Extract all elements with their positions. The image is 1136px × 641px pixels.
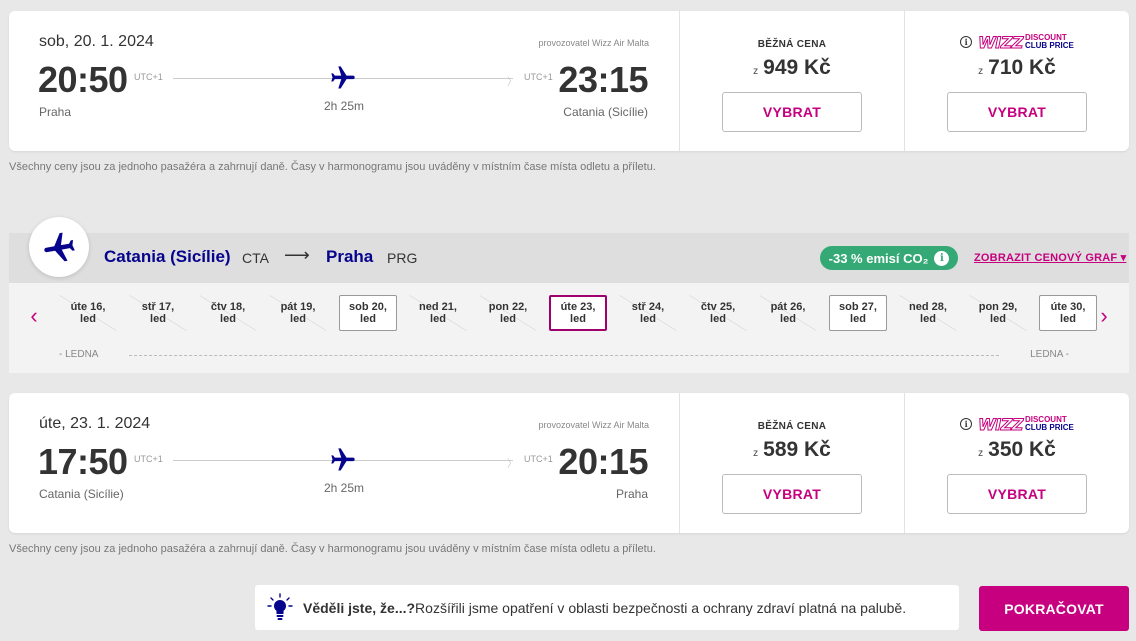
airplane-icon [44, 232, 75, 262]
info-icon[interactable]: i [960, 36, 973, 48]
month-label-right: LEDNA - [1030, 349, 1069, 360]
wizz-discount-club-logo: WIZZ DISCOUNT CLUB PRICE [978, 32, 1074, 52]
price-prefix: z [978, 448, 984, 459]
airplane-icon [331, 448, 355, 471]
month-indicator: - LEDNA LEDNA - [59, 349, 1069, 361]
arrival-timezone: UTC+1 [524, 72, 553, 82]
price-prefix: z [753, 448, 759, 459]
continue-button[interactable]: POKRAČOVAT [979, 586, 1129, 631]
departure-time: 20:50 [38, 59, 128, 100]
club-price-header: i WIZZ DISCOUNT CLUB PRICE [960, 414, 1074, 434]
date-option-úte-23[interactable]: úte 23, led [549, 295, 607, 331]
flight-duration: 2h 25m [324, 481, 365, 495]
route-arrow-icon: ⟶ [284, 245, 310, 265]
date-option-pon-22: pon 22, led [479, 295, 537, 331]
price-value: 350 Kč [988, 438, 1056, 461]
select-regular-fare-button[interactable]: VYBRAT [722, 92, 862, 132]
price-value: 710 Kč [988, 56, 1056, 79]
date-option-pon-29: pon 29, led [969, 295, 1027, 331]
price-value: 949 Kč [763, 56, 831, 79]
date-option-stř-24: stř 24, led [619, 295, 677, 331]
info-icon[interactable]: i [960, 418, 973, 430]
did-you-know-tip: Věděli jste, že...? Rozšířili jsme opatř… [255, 585, 959, 630]
date-option-čtv-25: čtv 25, led [689, 295, 747, 331]
date-option-stř-17: stř 17, led [129, 295, 187, 331]
show-price-graph-link[interactable]: ZOBRAZIT CENOVÝ GRAF ▾ [974, 251, 1126, 264]
departure-city: Praha [39, 105, 72, 119]
month-divider [129, 355, 999, 356]
month-label-left: - LEDNA [59, 349, 99, 360]
flight-date: úte, 23. 1. 2024 [39, 415, 151, 432]
price-disclaimer: Všechny ceny jsou za jednoho pasažéra a … [9, 543, 656, 555]
departure-timezone: UTC+1 [134, 72, 163, 82]
arrival-city: Catania (Sicílie) [563, 105, 648, 119]
arrival-timezone: UTC+1 [524, 454, 553, 464]
date-option-úte-16: úte 16, led [59, 295, 117, 331]
regular-price-column: BĚŽNÁ CENA z 589 Kč VYBRAT [679, 393, 904, 533]
departure-city: Catania (Sicílie) [39, 487, 124, 501]
regular-price-column: BĚŽNÁ CENA z 949 Kč VYBRAT [679, 11, 904, 151]
inbound-flight-details: úte, 23. 1. 2024 provozovatel Wizz Air M… [9, 393, 679, 533]
info-icon[interactable]: i [934, 250, 950, 266]
date-option-sob-27[interactable]: sob 27, led [829, 295, 887, 331]
date-option-pát-26: pát 26, led [759, 295, 817, 331]
price-disclaimer: Všechny ceny jsou za jednoho pasažéra a … [9, 161, 656, 173]
route-line-arrow-icon: 〉 [507, 459, 517, 470]
select-club-fare-button[interactable]: VYBRAT [947, 474, 1087, 514]
date-selector: úte 16, led stř 17, led čtv 18, led pát 19, led… [49, 295, 1097, 331]
club-price-column: i WIZZ DISCOUNT CLUB PRICE z 350 Kč VYBR… [904, 393, 1129, 533]
route-airplane-badge [29, 217, 89, 277]
regular-price: z 589 Kč [753, 438, 831, 462]
outbound-flight-card: sob, 20. 1. 2024 provozovatel Wizz Air M… [9, 11, 1129, 151]
date-option-ned-21: ned 21, led [409, 295, 467, 331]
route-origin: Catania (Sicílie) [104, 247, 231, 266]
flight-duration: 2h 25m [324, 99, 365, 113]
return-route-panel: Catania (Sicílie) CTA ⟶ Praha PRG -33 % … [9, 217, 1129, 373]
airplane-icon [331, 66, 355, 89]
route-destination-code: PRG [387, 250, 418, 266]
regular-price-label: BĚŽNÁ CENA [757, 39, 827, 50]
route-origin-code: CTA [242, 250, 269, 266]
flight-operator: provozovatel Wizz Air Malta [538, 38, 649, 48]
regular-price: z 949 Kč [753, 56, 831, 80]
select-regular-fare-button[interactable]: VYBRAT [722, 474, 862, 514]
flight-date: sob, 20. 1. 2024 [39, 33, 154, 50]
tip-heading: Věděli jste, že...? [303, 599, 416, 616]
club-price-header: i WIZZ DISCOUNT CLUB PRICE [960, 32, 1074, 52]
price-value: 589 Kč [763, 438, 831, 461]
club-price: z 710 Kč [978, 56, 1056, 80]
date-option-čtv-18: čtv 18, led [199, 295, 257, 331]
date-option-sob-20[interactable]: sob 20, led [339, 295, 397, 331]
arrival-time: 23:15 [558, 59, 648, 100]
arrival-time: 20:15 [558, 441, 648, 482]
club-price-column: i WIZZ DISCOUNT CLUB PRICE z 710 Kč VYBR… [904, 11, 1129, 151]
regular-price-label: BĚŽNÁ CENA [757, 421, 827, 432]
next-dates-arrow-icon[interactable]: › [1094, 303, 1114, 329]
club-price: z 350 Kč [978, 438, 1056, 462]
departure-timezone: UTC+1 [134, 454, 163, 464]
route-destination: Praha [326, 247, 374, 266]
date-option-úte-30[interactable]: úte 30, led [1039, 295, 1097, 331]
tip-text: Rozšířili jsme opatření v oblasti bezpeč… [415, 599, 907, 616]
arrival-city: Praha [615, 487, 648, 501]
co2-emissions-badge[interactable]: -33 % emisí CO₂ i [820, 246, 958, 270]
route-line-arrow-icon: 〉 [507, 77, 517, 88]
route-header: Catania (Sicílie) CTA ⟶ Praha PRG -33 % … [9, 217, 1129, 283]
price-prefix: z [753, 66, 759, 77]
select-club-fare-button[interactable]: VYBRAT [947, 92, 1087, 132]
inbound-flight-card: úte, 23. 1. 2024 provozovatel Wizz Air M… [9, 393, 1129, 533]
departure-time: 17:50 [38, 441, 128, 482]
outbound-flight-details: sob, 20. 1. 2024 provozovatel Wizz Air M… [9, 11, 679, 151]
lightbulb-icon [267, 592, 293, 620]
flight-operator: provozovatel Wizz Air Malta [538, 420, 649, 430]
date-option-ned-28: ned 28, led [899, 295, 957, 331]
previous-dates-arrow-icon[interactable]: ‹ [24, 303, 44, 329]
wizz-discount-club-logo: WIZZ DISCOUNT CLUB PRICE [978, 414, 1074, 434]
price-prefix: z [978, 66, 984, 77]
date-option-pát-19: pát 19, led [269, 295, 327, 331]
